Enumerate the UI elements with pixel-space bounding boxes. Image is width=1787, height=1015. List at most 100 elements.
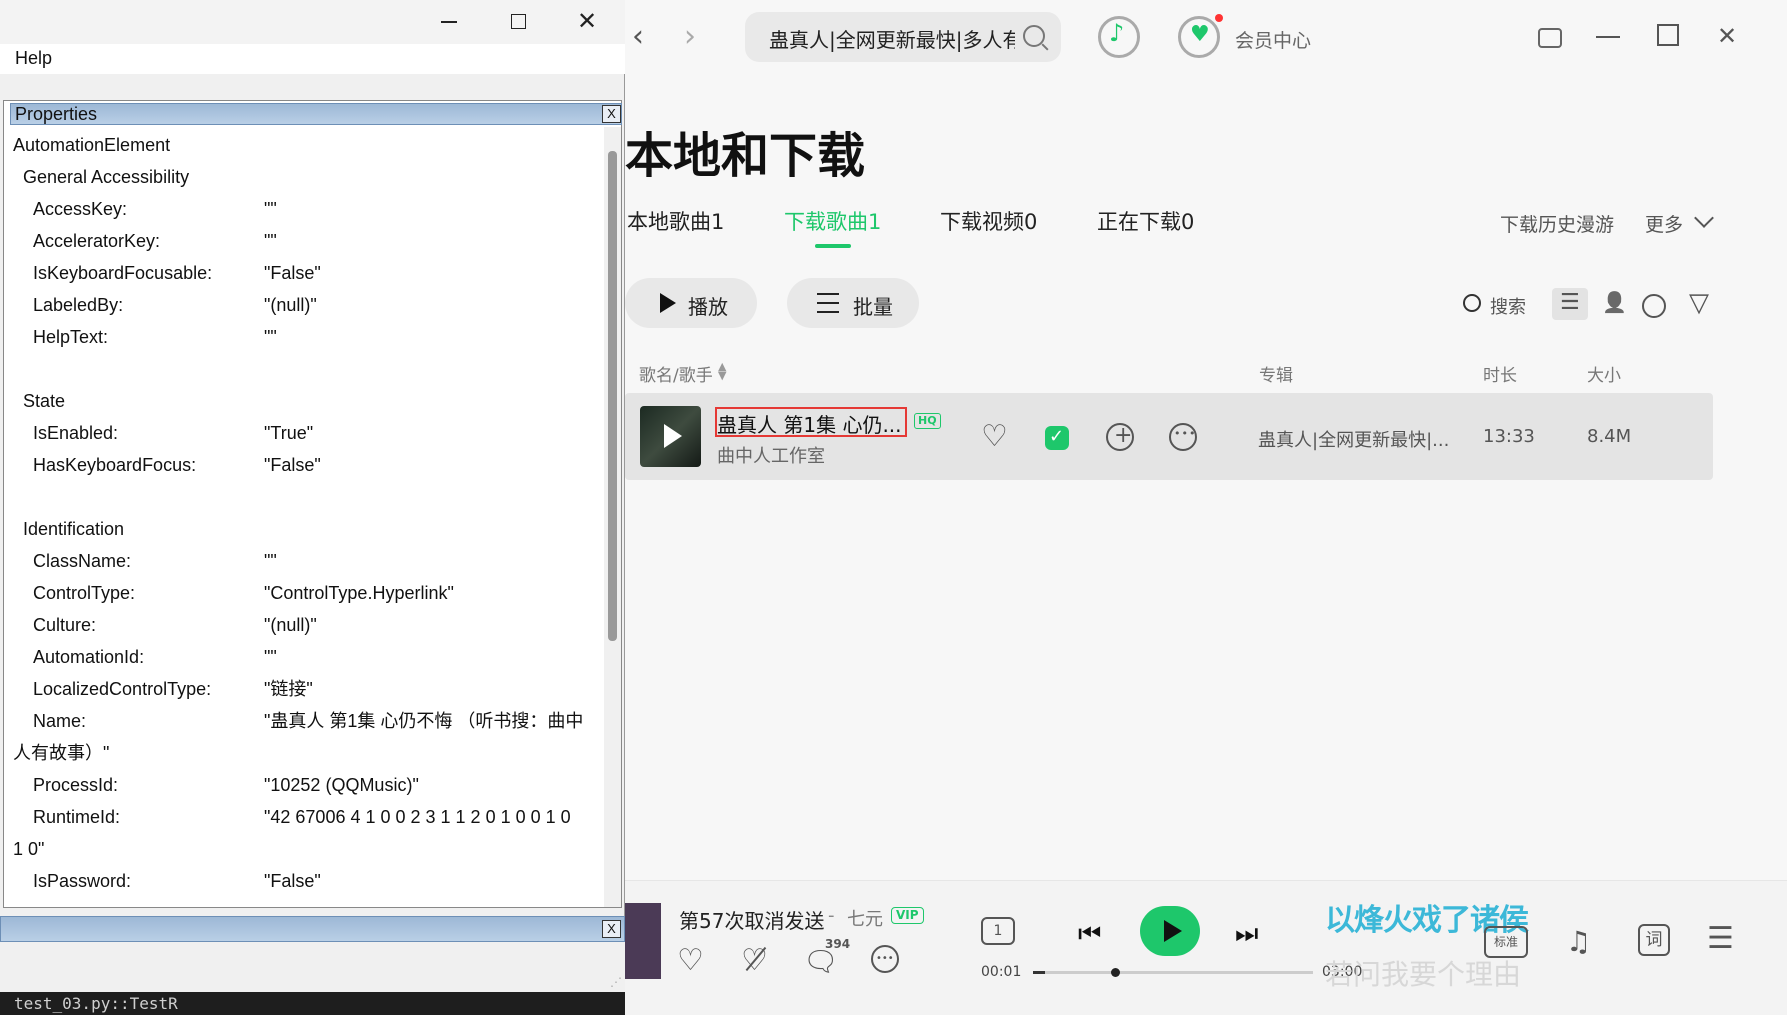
property-row: IsEnabled: "True"	[4, 417, 600, 449]
title-bar[interactable]: ✕	[0, 0, 625, 44]
vip-center-link[interactable]: 会员中心	[1235, 26, 1311, 53]
tab-local-songs[interactable]: 本地歌曲1	[627, 206, 724, 236]
song-title-link[interactable]: 蛊真人 第1集 心仍...	[717, 409, 903, 438]
desktop-lyric-next-line[interactable]: 若问我要个理由	[1325, 953, 1521, 993]
play-button[interactable]	[1140, 906, 1200, 956]
property-value: "链接"	[264, 679, 313, 699]
menu-help[interactable]: Help	[15, 48, 52, 69]
download-history-link[interactable]: 下载历史漫游	[1500, 210, 1614, 237]
lyrics-toggle-button[interactable]: 词	[1638, 924, 1670, 956]
properties-list: AutomationElement General Accessibility Ac…	[4, 129, 600, 909]
property-value-wrap: 1 0"	[13, 839, 45, 859]
resize-grip-icon[interactable]: ⋰	[610, 975, 622, 989]
now-playing-cover[interactable]	[625, 903, 661, 979]
search-input[interactable]: 蛊真人|全网更新最快|多人有	[769, 24, 1015, 53]
active-tab-indicator	[815, 244, 851, 248]
heart-icon[interactable]: ♡	[677, 943, 704, 978]
property-value: "42 67006 4 1 0 0 2 3 1 1 2 0 1 0 0 1 0	[264, 807, 571, 827]
comment-count: 394	[825, 937, 851, 951]
property-row: LabeledBy: "(null)"	[4, 289, 600, 321]
vertical-scrollbar[interactable]	[604, 127, 621, 907]
now-playing-artist[interactable]: 七元	[847, 905, 883, 931]
property-row: Culture: "(null)"	[4, 609, 600, 641]
time-current: 00:01	[981, 964, 1022, 980]
play-all-label: 播放	[688, 295, 728, 319]
album-view-icon[interactable]	[1634, 288, 1670, 320]
add-icon[interactable]	[1106, 423, 1134, 451]
property-value: "True"	[264, 423, 314, 443]
minimize-icon[interactable]	[441, 21, 457, 23]
property-value: ""	[264, 551, 277, 571]
property-value: "(null)"	[264, 615, 317, 635]
close-icon[interactable]: ✕	[577, 8, 597, 34]
singer-view-icon[interactable]	[1594, 288, 1630, 320]
table-row[interactable]: 蛊真人 第1集 心仍... HQ 曲中人工作室 蛊真人|全网更新最快|... 1…	[625, 393, 1713, 480]
close-icon[interactable]: ✕	[1715, 24, 1739, 48]
chevron-down-icon[interactable]	[1694, 208, 1714, 228]
batch-label: 批量	[853, 295, 893, 319]
previous-track-icon[interactable]: ⏮	[1078, 919, 1101, 950]
property-key: Culture:	[33, 615, 97, 635]
play-all-button[interactable]: 播放	[625, 278, 757, 328]
search-box[interactable]: 蛊真人|全网更新最快|多人有	[745, 12, 1061, 62]
dislike-icon[interactable]: ♡̸	[741, 943, 768, 978]
progress-knob[interactable]	[1111, 968, 1121, 977]
search-icon[interactable]	[1023, 25, 1045, 47]
column-header-duration[interactable]: 时长	[1483, 361, 1517, 386]
now-playing-title[interactable]: 第57次取消发送	[679, 905, 824, 934]
tab-downloading[interactable]: 正在下载0	[1097, 206, 1194, 236]
tab-downloaded-songs[interactable]: 下载歌曲1	[784, 206, 881, 236]
batch-button[interactable]: 批量	[787, 278, 919, 328]
heart-icon[interactable]	[980, 419, 1008, 454]
more-icon[interactable]	[871, 945, 899, 973]
property-key: HasKeyboardFocus:	[33, 455, 197, 475]
more-link[interactable]: 更多	[1645, 210, 1683, 237]
property-value: ""	[264, 327, 277, 347]
music-note-icon[interactable]	[1098, 16, 1140, 58]
column-header-album[interactable]: 专辑	[1259, 361, 1293, 386]
sort-icon[interactable]: ▲ ▼	[718, 361, 726, 381]
notification-dot	[1215, 14, 1223, 22]
sound-effect-icon[interactable]: ♫	[1566, 925, 1591, 958]
property-key: HelpText:	[33, 327, 109, 347]
property-row: ControlType: "ControlType.Hyperlink"	[4, 577, 600, 609]
close-panel-button[interactable]: X	[602, 920, 621, 938]
close-panel-button[interactable]: X	[602, 105, 621, 123]
maximize-icon[interactable]	[511, 14, 526, 29]
back-arrow-icon[interactable]: ‹	[632, 22, 658, 56]
property-value: "10252 (QQMusic)"	[264, 775, 419, 795]
column-header-size[interactable]: 大小	[1587, 361, 1621, 386]
scrollbar-thumb[interactable]	[608, 151, 617, 641]
property-key: AccessKey:	[33, 199, 128, 219]
column-header-name[interactable]: 歌名/歌手	[639, 361, 713, 386]
property-value: "ControlType.Hyperlink"	[264, 583, 454, 603]
property-key: IsEnabled:	[33, 423, 119, 443]
song-duration: 13:33	[1483, 426, 1535, 447]
album-cover[interactable]	[640, 406, 701, 467]
property-row: General Accessibility	[4, 161, 600, 193]
vip-diamond-icon[interactable]	[1178, 16, 1220, 58]
song-artist-link[interactable]: 曲中人工作室	[717, 442, 825, 468]
property-row: RuntimeId: "42 67006 4 1 0 0 2 3 1 1 2 0 …	[4, 801, 600, 833]
maximize-icon[interactable]	[1657, 24, 1679, 46]
playlist-icon[interactable]: ☰	[1707, 921, 1734, 956]
property-key: ControlType:	[33, 583, 136, 603]
downloaded-check-icon[interactable]	[1045, 426, 1069, 450]
tab-downloaded-videos[interactable]: 下载视频0	[940, 206, 1037, 236]
sound-quality-button[interactable]: 标准	[1484, 926, 1528, 958]
song-album-link[interactable]: 蛊真人|全网更新最快|...	[1258, 426, 1458, 452]
repeat-one-icon[interactable]: 1	[981, 917, 1015, 945]
more-icon[interactable]	[1169, 423, 1197, 451]
progress-fill	[1033, 971, 1045, 974]
minimize-icon[interactable]	[1596, 24, 1620, 48]
property-key: LabeledBy:	[33, 295, 124, 315]
filter-icon[interactable]	[1683, 288, 1719, 320]
forward-arrow-icon[interactable]: ›	[684, 22, 710, 56]
mini-mode-icon[interactable]	[1538, 28, 1562, 48]
list-search-button[interactable]: 搜索	[1490, 293, 1526, 319]
progress-bar[interactable]	[1033, 968, 1313, 977]
list-view-icon[interactable]	[1552, 288, 1588, 320]
song-size: 8.4M	[1587, 426, 1632, 447]
next-track-icon[interactable]: ⏭	[1235, 919, 1258, 950]
search-icon[interactable]	[1463, 294, 1481, 312]
